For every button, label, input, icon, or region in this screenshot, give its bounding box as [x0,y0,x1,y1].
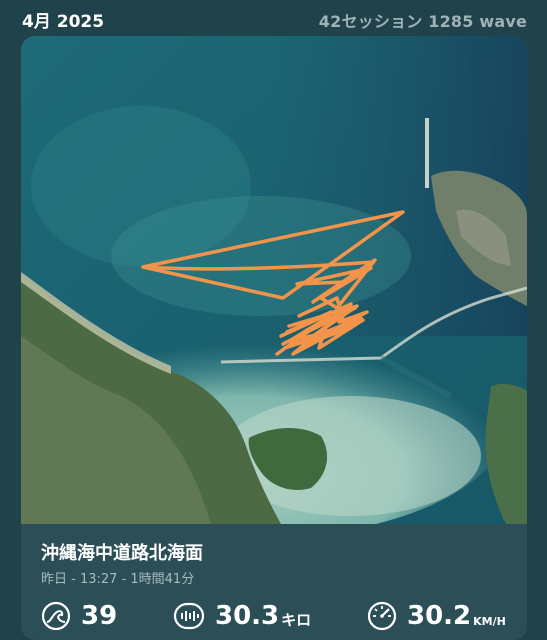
month-header: 4月 2025 42セッション 1285 wave [0,0,547,36]
waves-metric: 39 [41,599,117,633]
spot-name: 沖縄海中道路北海面 [41,543,203,564]
speed-value: 30.2 [407,601,472,631]
speed-unit: KM/H [473,614,506,628]
session-card[interactable]: 沖縄海中道路北海面 昨日 - 13:27 - 1時間41分 39 30.3 キロ [21,36,527,640]
distance-metric: 30.3 キロ [173,599,311,633]
distance-value: 30.3 [215,601,280,631]
distance-icon [173,602,205,630]
month-label: 4月 2025 [22,12,105,32]
speed-metric: 30.2 KM/H [367,599,506,633]
distance-unit: キロ [281,610,312,629]
wave-icon [41,601,71,631]
session-summary: 沖縄海中道路北海面 昨日 - 13:27 - 1時間41分 39 30.3 キロ [21,524,527,640]
speedometer-icon [367,601,397,631]
waves-value: 39 [81,601,118,631]
session-map[interactable] [21,36,527,524]
session-meta: 昨日 - 13:27 - 1時間41分 [41,572,195,587]
month-stats: 42セッション 1285 wave [318,12,527,31]
